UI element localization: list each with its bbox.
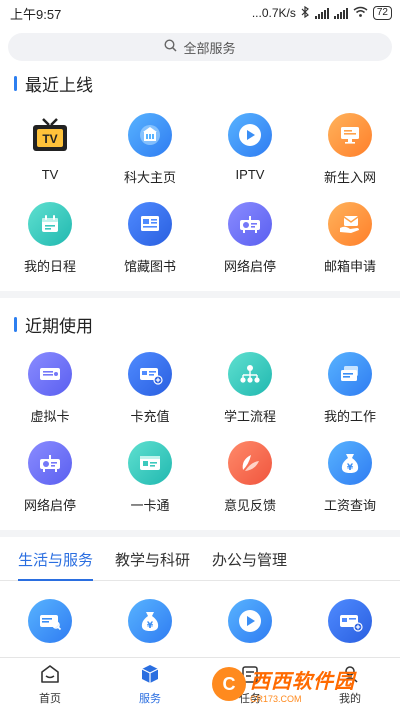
salary-bag-icon: ¥: [328, 441, 372, 485]
play-icon: [228, 113, 272, 157]
service-money-bag[interactable]: ¥: [100, 599, 200, 643]
service-label: 馆藏图书: [123, 259, 176, 274]
watermark: C 西西软件园 CR173.COM: [212, 663, 392, 705]
university-icon: [128, 113, 172, 157]
service-label: 新生入网: [323, 170, 376, 185]
service-campus-card[interactable]: 一卡通: [100, 441, 200, 514]
wifi-icon: [353, 6, 368, 20]
service-my-work[interactable]: 我的工作: [300, 352, 400, 425]
service-card-recharge[interactable]: 卡充值: [100, 352, 200, 425]
service-label: 工资查询: [323, 498, 376, 513]
tab-life-service[interactable]: 生活与服务: [18, 549, 94, 581]
service-mail-apply[interactable]: 邮箱申请: [300, 202, 400, 275]
monitor-icon: [328, 113, 372, 157]
category-tabs: 生活与服务 教学与科研 办公与管理: [0, 537, 400, 581]
salary-bag-icon: ¥: [128, 599, 172, 643]
tab-office-management[interactable]: 办公与管理: [212, 549, 287, 580]
section-marker: [14, 316, 17, 332]
tab-content-grid: ¥: [0, 599, 400, 643]
service-label: 网络启停: [23, 498, 76, 513]
service-tv[interactable]: TV TV: [0, 113, 100, 186]
section-recent-title: 最近上线: [0, 71, 400, 95]
service-network-toggle[interactable]: 网络启停: [200, 202, 300, 275]
signal-icon: [314, 7, 329, 19]
service-card-add[interactable]: [300, 599, 400, 643]
nav-service[interactable]: 服务: [100, 658, 200, 711]
bluetooth-icon: [301, 5, 310, 21]
projector-icon: [28, 441, 72, 485]
service-iptv[interactable]: IPTV: [200, 113, 300, 186]
service-label: 网络启停: [223, 259, 276, 274]
status-time: 上午9:57: [10, 6, 62, 22]
svg-text:¥: ¥: [347, 463, 354, 473]
service-salary[interactable]: ¥ 工资查询: [300, 441, 400, 514]
svg-text:¥: ¥: [147, 621, 154, 631]
search-icon: [164, 39, 178, 55]
watermark-logo-icon: C: [212, 667, 246, 701]
svg-text:TV: TV: [42, 132, 57, 146]
play-icon: [228, 599, 272, 643]
service-label: 科大主页: [123, 170, 176, 185]
card-search-icon: [28, 599, 72, 643]
search-placeholder: 全部服务: [183, 40, 236, 56]
service-network-toggle-2[interactable]: 网络启停: [0, 441, 100, 514]
card-recharge-icon: [128, 352, 172, 396]
service-library[interactable]: 馆藏图书: [100, 202, 200, 275]
tab-teaching-research[interactable]: 教学与科研: [115, 549, 190, 580]
service-label: 我的工作: [323, 409, 376, 424]
library-icon: [128, 202, 172, 246]
section-divider: [0, 291, 400, 298]
service-label: 学工流程: [223, 409, 276, 424]
section-divider: [0, 530, 400, 537]
recent-grid: TV TV 科大主页 IPTV 新生入网 我的日程 馆藏图书 网络启停 邮箱申请: [0, 113, 400, 275]
section-used-label: 近期使用: [25, 316, 93, 336]
home-icon: [39, 664, 61, 687]
watermark-text: 西西软件园 CR173.COM: [250, 665, 355, 704]
calendar-icon: [28, 202, 72, 246]
service-label: TV: [41, 167, 59, 182]
service-label: 邮箱申请: [323, 259, 376, 274]
status-bar: 上午9:57 ...0.7K/s 72: [0, 0, 400, 26]
used-grid: 虚拟卡 卡充值 学工流程 我的工作 网络启停 一卡通 意见反馈 ¥ 工资查询: [0, 352, 400, 514]
watermark-main: 西西软件园: [250, 670, 355, 693]
section-marker: [14, 75, 17, 91]
service-label: 卡充值: [130, 409, 170, 424]
service-label: 我的日程: [23, 259, 76, 274]
mail-hand-icon: [328, 202, 372, 246]
service-virtual-card[interactable]: 虚拟卡: [0, 352, 100, 425]
service-workflow[interactable]: 学工流程: [200, 352, 300, 425]
card-recharge-icon: [328, 599, 372, 643]
virtual-card-icon: [28, 352, 72, 396]
service-label: 意见反馈: [223, 498, 276, 513]
projector-icon: [228, 202, 272, 246]
workflow-icon: [228, 352, 272, 396]
service-schedule[interactable]: 我的日程: [0, 202, 100, 275]
service-feedback[interactable]: 意见反馈: [200, 441, 300, 514]
service-homepage[interactable]: 科大主页: [100, 113, 200, 186]
section-used-title: 近期使用: [0, 312, 400, 336]
status-icons: ...0.7K/s 72: [251, 5, 392, 21]
section-recent-label: 最近上线: [25, 75, 93, 95]
service-label: 一卡通: [130, 498, 170, 513]
service-video[interactable]: [200, 599, 300, 643]
id-card-icon: [128, 441, 172, 485]
battery-icon: 72: [372, 6, 392, 20]
cube-icon: [140, 664, 160, 687]
service-new-student[interactable]: 新生入网: [300, 113, 400, 186]
watermark-sub: CR173.COM: [250, 693, 302, 704]
service-card-query[interactable]: [0, 599, 100, 643]
work-cards-icon: [328, 352, 372, 396]
search-bar[interactable]: 全部服务: [8, 33, 392, 61]
service-label: 虚拟卡: [30, 409, 70, 424]
tv-icon: TV: [28, 113, 72, 157]
service-label: IPTV: [235, 167, 265, 182]
feedback-icon: [228, 441, 272, 485]
network-speed: ...0.7K/s: [251, 6, 296, 20]
signal-icon-2: [333, 7, 348, 19]
nav-home[interactable]: 首页: [0, 658, 100, 711]
nav-home-label: 首页: [39, 692, 61, 705]
nav-service-label: 服务: [139, 692, 161, 705]
